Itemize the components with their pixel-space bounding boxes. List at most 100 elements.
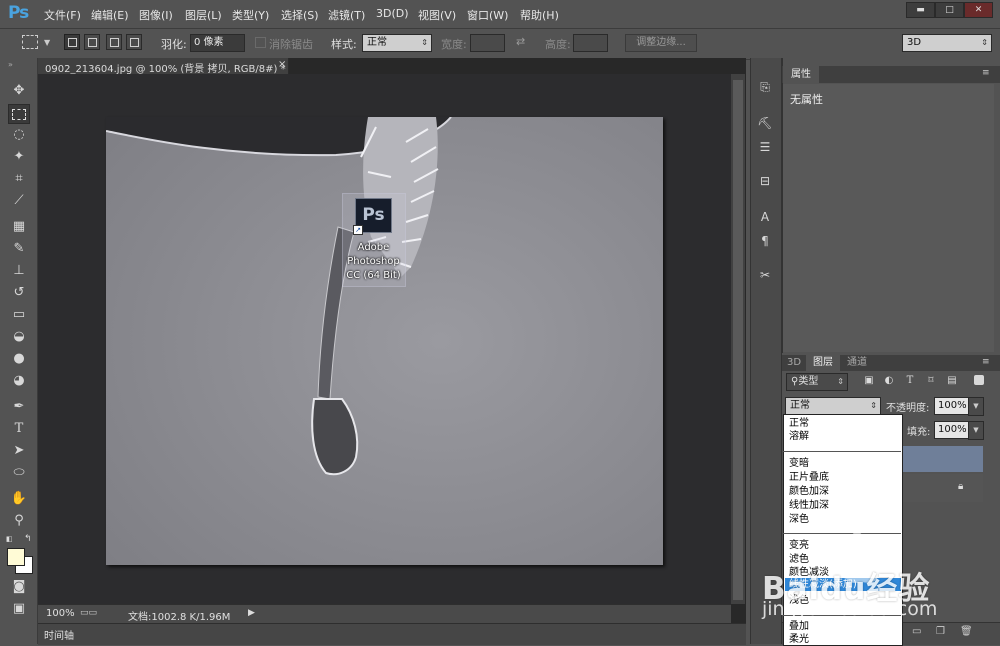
type-filter-icon[interactable]: T xyxy=(903,374,917,388)
ellipse-tool-icon[interactable]: ⬭ xyxy=(9,464,29,482)
timeline-label[interactable]: 时间轴 xyxy=(44,627,74,642)
foreground-color-swatch[interactable] xyxy=(7,548,25,566)
feather-input[interactable]: 0 像素 xyxy=(190,34,245,52)
blend-option[interactable]: 颜色加深 xyxy=(789,486,829,498)
subtract-selection-button[interactable] xyxy=(106,34,122,50)
menu-image[interactable]: 图像(I) xyxy=(139,7,173,23)
magic-wand-icon[interactable]: ✦ xyxy=(9,148,29,166)
blend-option[interactable]: 柔光 xyxy=(789,634,809,646)
default-colors-icon[interactable]: ◧ xyxy=(6,535,13,543)
adjustment-filter-icon[interactable]: ◐ xyxy=(882,374,896,388)
tool-presets-icon[interactable]: ✂ xyxy=(755,266,775,284)
panel-menu-icon[interactable]: ≡ xyxy=(982,68,990,78)
menu-edit[interactable]: 编辑(E) xyxy=(91,7,129,23)
align-panel-icon[interactable]: ⊟ xyxy=(755,172,775,190)
screen-mode-icon[interactable]: ▣ xyxy=(9,600,29,618)
fill-input[interactable]: 100% xyxy=(934,421,970,439)
new-group-icon[interactable]: ▭ xyxy=(912,626,921,637)
blend-option[interactable]: 变亮 xyxy=(789,540,809,552)
close-button[interactable]: ✕ xyxy=(964,2,993,18)
zoom-level[interactable]: 100% xyxy=(46,608,75,619)
layer-row-background[interactable] xyxy=(901,474,983,502)
chevron-down-icon[interactable]: ▼ xyxy=(968,397,984,416)
menu-file[interactable]: 文件(F) xyxy=(44,7,81,23)
menu-layer[interactable]: 图层(L) xyxy=(185,7,222,23)
shape-filter-icon[interactable]: ⌑ xyxy=(924,374,938,388)
lasso-tool-icon[interactable]: ◌ xyxy=(9,126,29,144)
swap-icon[interactable]: ⇄ xyxy=(516,35,525,48)
pen-tool-icon[interactable]: ✒ xyxy=(9,398,29,416)
move-tool-icon[interactable]: ✥ xyxy=(9,82,29,100)
quick-mask-icon[interactable]: ◙ xyxy=(9,578,29,596)
menu-help[interactable]: 帮助(H) xyxy=(520,7,559,23)
menu-window[interactable]: 窗口(W) xyxy=(467,7,508,23)
workspace-select[interactable]: 3D ⇕ xyxy=(902,34,992,52)
minimize-button[interactable]: ▬ xyxy=(906,2,935,18)
new-selection-button[interactable] xyxy=(64,34,80,50)
tab-layers[interactable]: 图层 xyxy=(806,355,840,371)
menu-3d[interactable]: 3D(D) xyxy=(376,7,409,20)
adjust-panel-icon[interactable]: ⛏ xyxy=(755,114,775,132)
menu-filter[interactable]: 滤镜(T) xyxy=(328,7,365,23)
layer-row-selected[interactable] xyxy=(901,446,983,472)
brush-tool-icon[interactable]: ✎ xyxy=(9,240,29,258)
play-arrow-icon[interactable]: ▶ xyxy=(248,608,255,618)
sliders-panel-icon[interactable]: ☰ xyxy=(755,138,775,156)
type-tool-icon[interactable]: T xyxy=(9,420,29,438)
delete-layer-icon[interactable]: 🗑︎ xyxy=(960,626,973,637)
blend-option[interactable]: 正片叠底 xyxy=(789,472,829,484)
marquee-preset-icon[interactable] xyxy=(22,35,38,49)
height-input[interactable] xyxy=(573,34,608,52)
tab-channels[interactable]: 通道 xyxy=(842,355,872,371)
blur-tool-icon[interactable]: ● xyxy=(9,350,29,368)
antialias-checkbox[interactable] xyxy=(255,37,266,48)
blend-option[interactable]: 深色 xyxy=(789,514,809,526)
info-icon[interactable]: ▭▭ xyxy=(80,608,97,618)
layer-filter-select[interactable]: ⚲类型 ⇕ xyxy=(786,373,848,391)
hand-tool-icon[interactable]: ✋ xyxy=(9,490,29,508)
width-input[interactable] xyxy=(470,34,505,52)
dodge-tool-icon[interactable]: ◕ xyxy=(9,372,29,390)
new-layer-icon[interactable]: ❐ xyxy=(936,626,945,637)
paragraph-panel-icon[interactable]: ¶ xyxy=(755,232,775,250)
character-panel-icon[interactable]: A xyxy=(755,208,775,226)
chevron-down-icon[interactable]: ▼ xyxy=(44,38,50,47)
refine-edge-button[interactable]: 调整边缘... xyxy=(625,34,697,52)
blend-option[interactable]: 线性加深 xyxy=(789,500,829,512)
filter-toggle-icon[interactable] xyxy=(974,375,984,385)
style-select[interactable]: 正常 ⇕ xyxy=(362,34,432,52)
history-panel-icon[interactable]: ⎘ xyxy=(755,78,775,96)
close-tab-icon[interactable]: × xyxy=(278,59,286,70)
crop-tool-icon[interactable]: ⌗ xyxy=(9,170,29,188)
blend-option[interactable]: 溶解 xyxy=(789,431,809,443)
swap-colors-icon[interactable]: ↰ xyxy=(24,534,32,544)
canvas-image[interactable] xyxy=(106,117,663,565)
path-selection-icon[interactable]: ➤ xyxy=(9,442,29,460)
panel-menu-icon[interactable]: ≡ xyxy=(982,357,990,367)
history-brush-icon[interactable]: ↺ xyxy=(9,284,29,302)
blend-mode-select[interactable]: 正常 ⇕ xyxy=(785,397,881,415)
eyedropper-icon[interactable]: ⟋ xyxy=(9,192,29,210)
menu-select[interactable]: 选择(S) xyxy=(281,7,319,23)
opacity-input[interactable]: 100% xyxy=(934,397,970,415)
intersect-selection-button[interactable] xyxy=(126,34,142,50)
tab-3d[interactable]: 3D xyxy=(783,355,805,371)
maximize-button[interactable]: □ xyxy=(935,2,964,18)
tab-properties[interactable]: 属性 xyxy=(783,66,819,83)
zoom-tool-icon[interactable]: ⚲ xyxy=(9,512,29,530)
collapse-icon[interactable]: » xyxy=(8,60,13,69)
blend-option[interactable]: 正常 xyxy=(789,418,809,430)
menu-view[interactable]: 视图(V) xyxy=(418,7,456,23)
scrollbar-thumb[interactable] xyxy=(733,80,743,600)
stamp-tool-icon[interactable]: ⊥ xyxy=(9,262,29,280)
blend-option[interactable]: 叠加 xyxy=(789,621,809,633)
timeline-panel-bar[interactable] xyxy=(38,623,746,645)
smart-object-filter-icon[interactable]: ▤ xyxy=(945,374,959,388)
blend-option[interactable]: 变暗 xyxy=(789,458,809,470)
healing-brush-icon[interactable]: ▦ xyxy=(9,218,29,236)
menu-type[interactable]: 类型(Y) xyxy=(232,7,269,23)
add-selection-button[interactable] xyxy=(84,34,100,50)
marquee-tool-icon[interactable] xyxy=(8,104,30,124)
eraser-tool-icon[interactable]: ▭ xyxy=(9,306,29,324)
image-filter-icon[interactable]: ▣ xyxy=(862,374,876,388)
